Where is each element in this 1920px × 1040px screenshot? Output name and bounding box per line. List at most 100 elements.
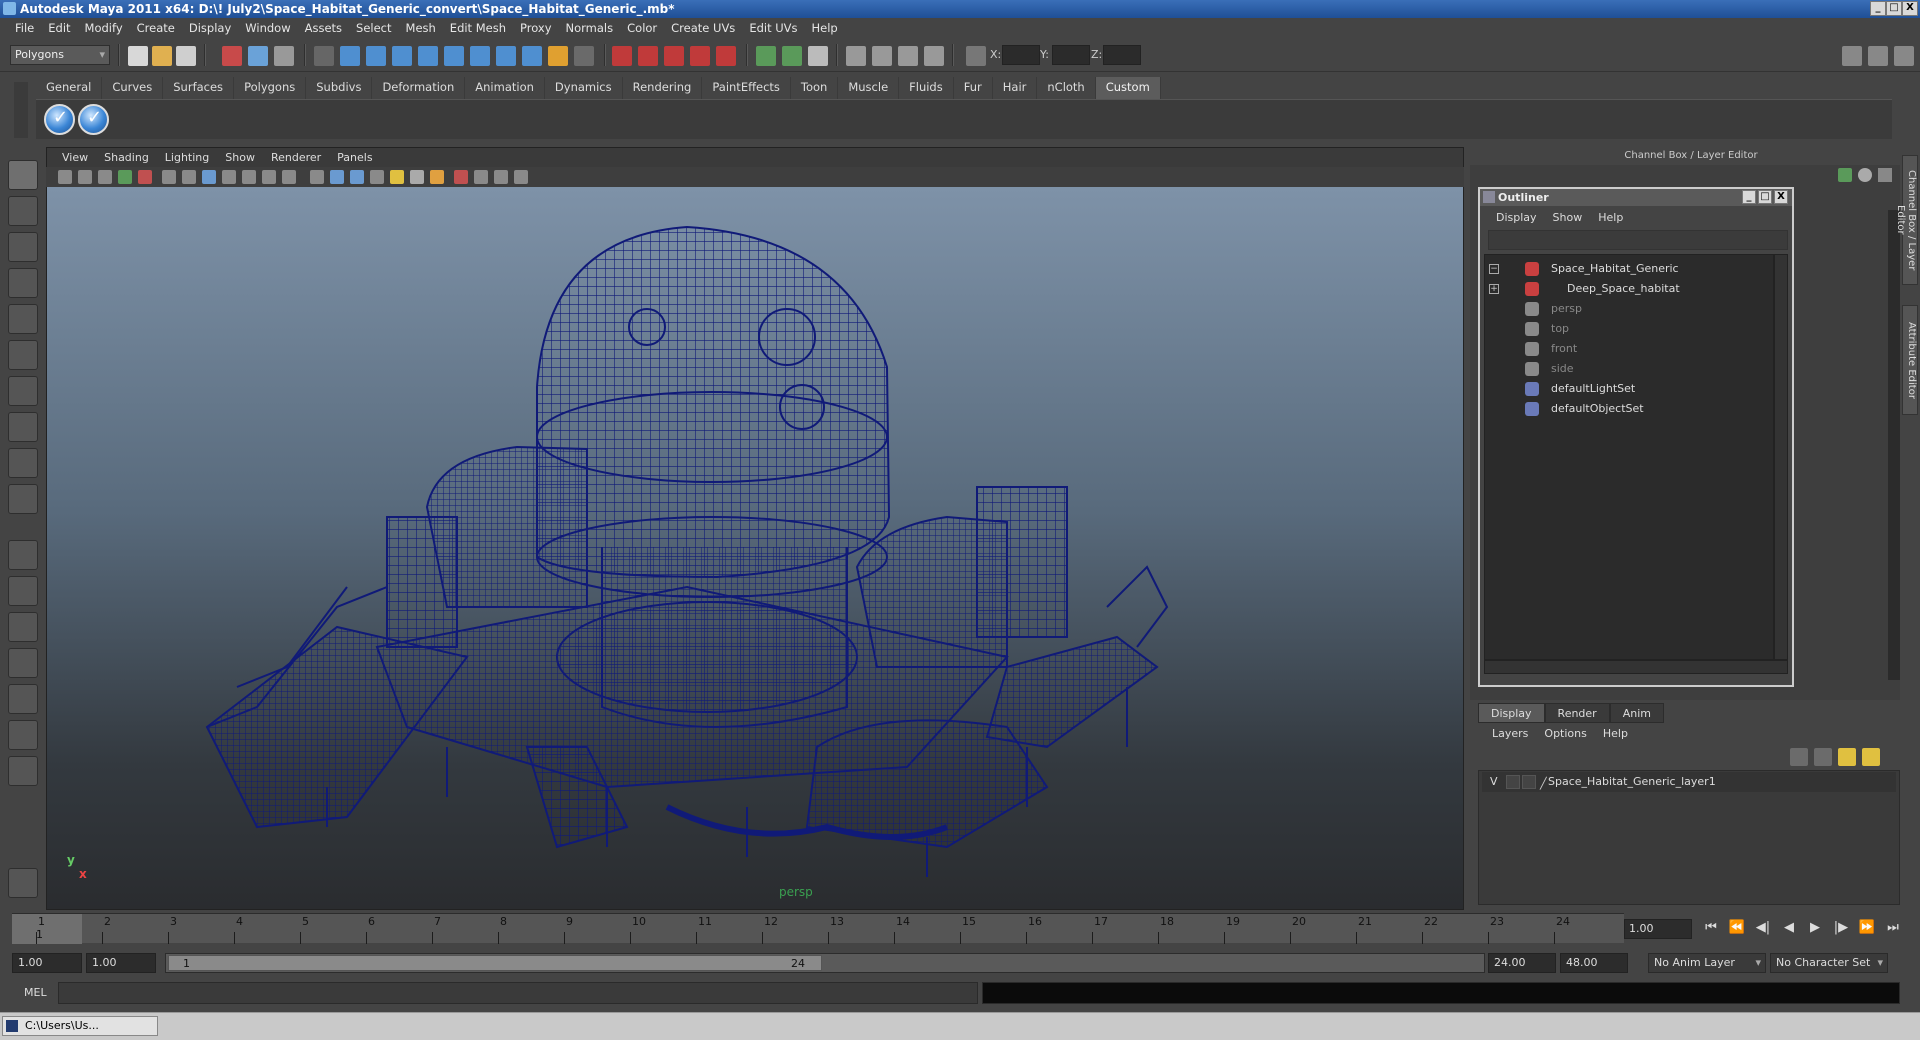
hypershade-layout-icon[interactable] (8, 684, 38, 714)
transform-mode-icon[interactable] (966, 46, 986, 66)
channel-box-pen-icon[interactable] (1878, 168, 1892, 182)
shelf-tab-general[interactable]: General (36, 77, 103, 99)
new-layer-from-selection-icon[interactable] (1814, 748, 1832, 766)
last-tool-icon[interactable] (8, 484, 38, 514)
layer-menu-help[interactable]: Help (1595, 727, 1636, 740)
close-button[interactable]: X (1902, 1, 1918, 16)
camera-bookmarks-icon[interactable] (78, 170, 92, 184)
backface-culling-icon[interactable] (514, 170, 528, 184)
render-current-frame-icon[interactable] (612, 46, 632, 66)
hypershade-icon[interactable] (690, 46, 710, 66)
open-scene-icon[interactable] (152, 46, 172, 66)
shadows-icon[interactable] (410, 170, 424, 184)
persp-graph-layout-icon[interactable] (8, 648, 38, 678)
menu-edit-mesh[interactable]: Edit Mesh (443, 21, 513, 35)
show-hide-icon[interactable] (756, 46, 776, 66)
check-icon[interactable] (44, 104, 75, 135)
shelf-options-icon[interactable] (14, 82, 28, 138)
uv-editor-icon[interactable] (872, 46, 892, 66)
channel-box-key-icon[interactable] (1838, 168, 1852, 182)
menu-modify[interactable]: Modify (78, 21, 130, 35)
isolate-select-icon[interactable] (454, 170, 468, 184)
selection-mask-icon[interactable] (314, 46, 334, 66)
outliner-minimize-button[interactable]: _ (1742, 190, 1756, 204)
new-layer-icon[interactable] (1790, 748, 1808, 766)
shelf-tab-dynamics[interactable]: Dynamics (544, 77, 623, 99)
layer-menu-layers[interactable]: Layers (1484, 727, 1536, 740)
outliner-maximize-button[interactable]: □ (1758, 190, 1772, 204)
outliner-menu-help[interactable]: Help (1590, 211, 1631, 224)
outliner-menu-show[interactable]: Show (1545, 211, 1591, 224)
viewport-persp[interactable]: persp y x (47, 187, 1463, 909)
tool-settings-icon[interactable] (846, 46, 866, 66)
viewport-menu-shading[interactable]: Shading (96, 151, 157, 164)
z-field[interactable] (1103, 45, 1141, 65)
shelf-tab-rendering[interactable]: Rendering (622, 77, 703, 99)
shelf-tab-subdivs[interactable]: Subdivs (306, 77, 373, 99)
time-slider[interactable]: 1 1 2 3 4 5 6 7 8 9 10 11 12 13 14 15 16 17 18 19 20 21 22 23 2… (12, 913, 1624, 944)
xray-icon[interactable] (474, 170, 488, 184)
step-back-frame-icon[interactable]: ◀| (1752, 920, 1774, 935)
gate-mask-icon[interactable] (222, 170, 236, 184)
minimized-script-window[interactable]: C:\Users\Us... (2, 1016, 158, 1036)
save-scene-icon[interactable] (176, 46, 196, 66)
make-live-icon[interactable] (444, 46, 464, 66)
two-d-pan-zoom-icon[interactable] (118, 170, 132, 184)
outliner-horizontal-scrollbar[interactable] (1484, 660, 1788, 674)
menu-assets[interactable]: Assets (298, 21, 349, 35)
layer-tab-anim[interactable]: Anim (1609, 703, 1664, 723)
menu-create[interactable]: Create (130, 21, 182, 35)
safe-title-icon[interactable] (282, 170, 296, 184)
menu-edit-uvs[interactable]: Edit UVs (742, 21, 804, 35)
outliner-item[interactable]: defaultLightSet (1485, 379, 1773, 399)
ipr-render-icon[interactable] (638, 46, 658, 66)
playback-start-field[interactable]: 1.00 (86, 953, 156, 973)
layer-color-swatch-icon[interactable]: ╱ (1540, 774, 1547, 794)
menu-file[interactable]: File (8, 21, 41, 35)
smooth-shade-icon[interactable] (330, 170, 344, 184)
play-backwards-icon[interactable]: ◀ (1778, 920, 1800, 935)
shelf-tab-hair[interactable]: Hair (992, 77, 1038, 99)
snap-curve-icon[interactable] (366, 46, 386, 66)
select-object-icon[interactable] (248, 46, 268, 66)
shelf-tab-animation[interactable]: Animation (465, 77, 545, 99)
grid-toggle-icon[interactable] (162, 170, 176, 184)
outliner-icon[interactable] (924, 46, 944, 66)
mel-label[interactable]: MEL (24, 986, 47, 999)
current-time-field[interactable]: 1.00 (1624, 919, 1692, 939)
snap-view-plane-icon[interactable] (418, 46, 438, 66)
menu-window[interactable]: Window (238, 21, 297, 35)
tab-channel-box[interactable]: Channel Box / Layer Editor (1895, 155, 1918, 285)
history-icon[interactable] (470, 46, 490, 66)
x-field[interactable] (1002, 45, 1040, 65)
show-tool-settings-icon[interactable] (1868, 46, 1888, 66)
persp-uv-layout-icon[interactable] (8, 720, 38, 750)
graph-editor-icon[interactable] (898, 46, 918, 66)
menu-mesh[interactable]: Mesh (399, 21, 443, 35)
viewport-menu-lighting[interactable]: Lighting (157, 151, 217, 164)
show-attribute-editor-icon[interactable] (1894, 46, 1914, 66)
soft-mod-tool-icon[interactable] (8, 412, 38, 442)
outliner-item[interactable]: + Deep_Space_habitat (1485, 279, 1773, 299)
play-forwards-icon[interactable]: ▶ (1804, 920, 1826, 935)
film-gate-icon[interactable] (182, 170, 196, 184)
field-chart-icon[interactable] (242, 170, 256, 184)
select-tool-icon[interactable] (8, 160, 38, 190)
move-down-layer-icon[interactable] (1862, 748, 1880, 766)
shelf-tab-deformation[interactable]: Deformation (372, 77, 466, 99)
space-habitat-wireframe[interactable] (47, 187, 1463, 909)
wireframe-on-shaded-icon[interactable] (350, 170, 364, 184)
input-output-icon[interactable] (574, 46, 594, 66)
snap-grid-icon[interactable] (340, 46, 360, 66)
rotate-tool-icon[interactable] (8, 304, 38, 334)
layer-visibility-toggle[interactable]: V (1490, 772, 1498, 792)
outliner-item[interactable]: persp (1485, 299, 1773, 319)
snap-point-icon[interactable] (392, 46, 412, 66)
range-slider-thumb[interactable]: 1 24 (168, 955, 822, 971)
persp-outliner-layout-icon[interactable] (8, 612, 38, 642)
four-view-layout-icon[interactable] (8, 576, 38, 606)
outliner-item[interactable]: front (1485, 339, 1773, 359)
wireframe-icon[interactable] (310, 170, 324, 184)
shelf-tab-muscle[interactable]: Muscle (838, 77, 900, 99)
go-to-start-icon[interactable]: ⏮ (1700, 920, 1722, 935)
